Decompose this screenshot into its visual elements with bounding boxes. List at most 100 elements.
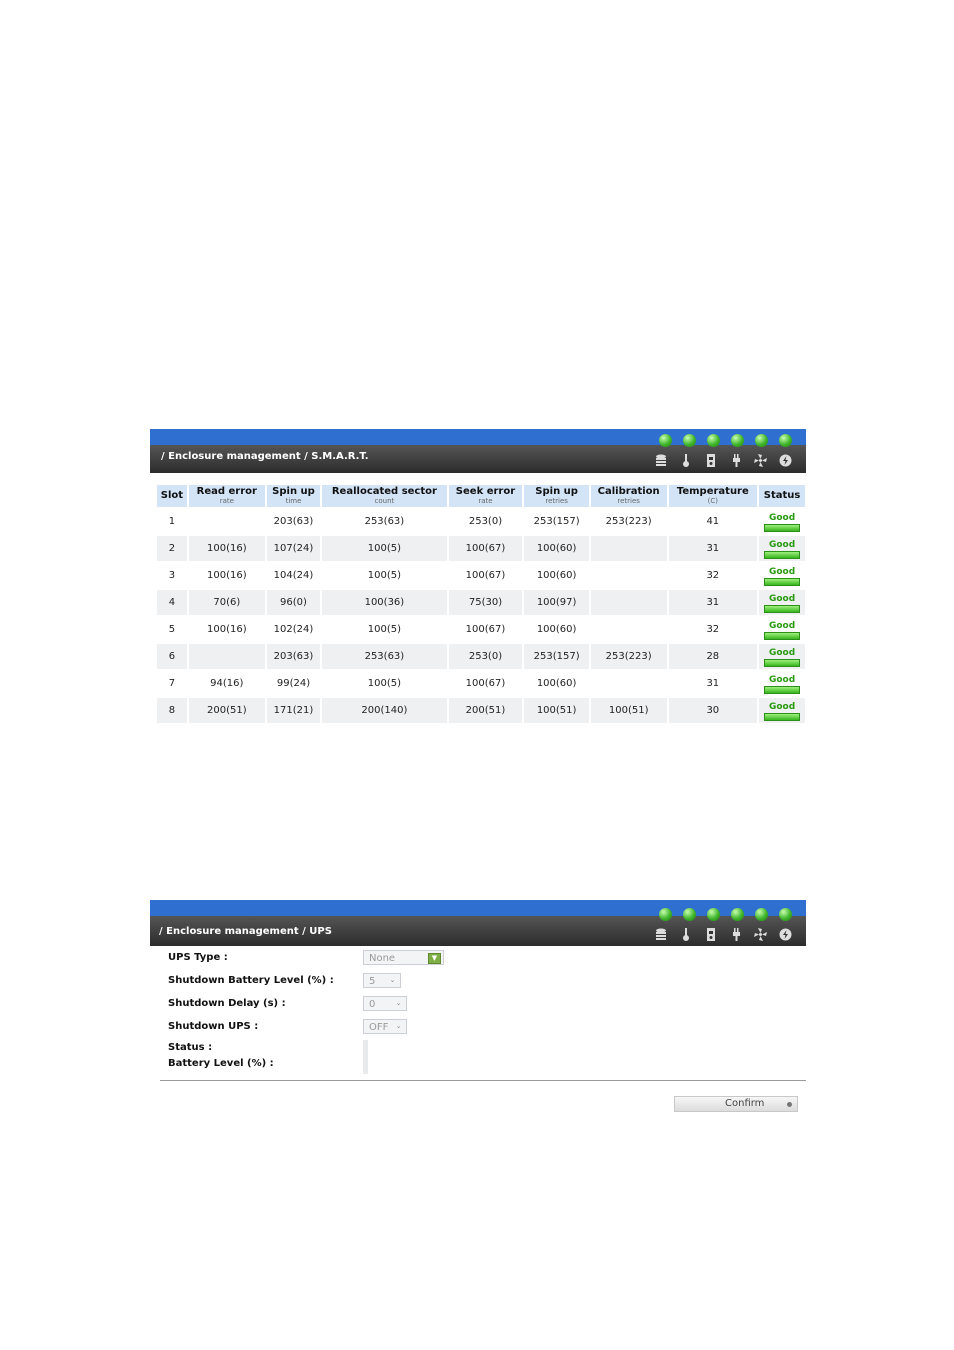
smart-header: / Enclosure management / S.M.A.R.T. — [150, 429, 806, 473]
confirm-button[interactable]: Confirm — [674, 1096, 798, 1112]
page-title: / Enclosure management / S.M.A.R.T. — [161, 451, 369, 462]
cell-read-error: 200(51) — [188, 698, 265, 723]
thermometer-icon[interactable] — [677, 453, 694, 467]
ups-type-select[interactable]: None ▼ — [363, 950, 444, 965]
ups-led — [731, 908, 744, 921]
cell-slot: 7 — [168, 678, 176, 689]
table-row: 5 100(16) 102(24) 100(5) 100(67) 100(60) 32 Goo… — [157, 617, 805, 642]
status-badge: Good — [764, 648, 801, 667]
status-badge: Good — [764, 594, 801, 613]
table-row: 1 203(63) 253(63) 253(0) 253(157) 253(223) 41 G… — [157, 509, 805, 534]
table-row: 2 100(16) 107(24) 100(5) 100(67) 100(60) 31 Goo… — [157, 536, 805, 561]
cell-spin-up-retries: 100(97) — [524, 590, 589, 615]
col-spin-up-time: Spin up time — [266, 485, 321, 507]
fan-icon[interactable] — [752, 927, 769, 941]
cell-calibration-retries — [591, 563, 667, 588]
bullet-icon — [787, 1102, 792, 1107]
cell-calibration-retries: 253(223) — [605, 516, 652, 527]
cell-calibration-retries — [591, 671, 667, 696]
cell-reallocated-sector: 100(5) — [367, 678, 402, 689]
col-read-error: Read error rate — [188, 485, 265, 507]
cell-seek-error: 200(51) — [448, 698, 523, 723]
cell-status: Good — [759, 644, 805, 669]
power-supply-icon[interactable] — [702, 453, 719, 467]
table-header-row: Slot Read error rate Spin up time Realloca… — [157, 485, 805, 507]
voltage-icon[interactable] — [777, 453, 794, 467]
indicator-icons — [652, 453, 794, 467]
cell-spin-up-time: 203(63) — [273, 516, 314, 527]
battery-level-label: Shutdown Battery Level (%) : — [168, 975, 334, 986]
smart-table: Slot Read error rate Spin up time Realloca… — [155, 483, 807, 725]
cell-seek-error: 100(67) — [465, 678, 506, 689]
power-led — [707, 434, 720, 447]
power-supply-icon[interactable] — [702, 927, 719, 941]
table-row: 7 94(16) 99(24) 100(5) 100(67) 100(60) 31 Good — [157, 671, 805, 696]
cell-spin-up-time: 107(24) — [266, 536, 321, 561]
cell-spin-up-retries: 100(60) — [524, 536, 589, 561]
cell-spin-up-time: 104(24) — [273, 570, 314, 581]
thermometer-icon[interactable] — [677, 927, 694, 941]
ups-led — [731, 434, 744, 447]
cell-slot: 2 — [157, 536, 187, 561]
cell-reallocated-sector: 100(5) — [322, 536, 447, 561]
cell-calibration-retries — [590, 590, 667, 615]
chevron-down-icon: ▼ — [428, 953, 441, 964]
status-bar — [764, 658, 801, 667]
col-spin-up-retries: Spin up retries — [524, 485, 589, 507]
status-leds — [659, 434, 792, 447]
battery-level-select[interactable]: 5 ⌄ — [363, 973, 401, 988]
cell-spin-up-retries: 100(60) — [536, 570, 577, 581]
cell-reallocated-sector: 100(36) — [322, 590, 447, 615]
cell-spin-up-time: 102(24) — [273, 624, 314, 635]
cell-spin-up-time: 96(0) — [266, 590, 321, 615]
cell-read-error — [188, 644, 265, 669]
voltage-icon[interactable] — [777, 927, 794, 941]
shutdown-ups-select[interactable]: OFF ⌄ — [363, 1019, 407, 1034]
col-status: Status — [759, 485, 805, 507]
ups-type-label: UPS Type : — [168, 952, 228, 963]
table-row: 6 203(63) 253(63) 253(0) 253(157) 253(223) 28 G… — [157, 644, 805, 669]
cell-temperature: 32 — [706, 570, 720, 581]
col-temperature: Temperature (C) — [668, 485, 758, 507]
smart-panel: / Enclosure management / S.M.A.R.T. Slot… — [150, 429, 806, 741]
disk-icon[interactable] — [652, 453, 669, 467]
col-reallocated: Reallocated sector count — [322, 485, 447, 507]
indicator-icons — [652, 927, 794, 941]
cell-slot: 8 — [157, 698, 187, 723]
battery-percent-label: Battery Level (%) : — [168, 1058, 274, 1069]
cell-read-error: 100(16) — [206, 570, 247, 581]
ups-panel: / Enclosure management / UPS UPS Type : … — [150, 900, 806, 1120]
voltage-led — [779, 434, 792, 447]
status-bar — [764, 577, 801, 586]
cell-slot: 3 — [168, 570, 176, 581]
status-bar — [764, 631, 801, 640]
cell-read-error: 94(16) — [210, 678, 244, 689]
cell-spin-up-retries: 100(60) — [536, 624, 577, 635]
col-calibration: Calibration retries — [590, 485, 667, 507]
chevron-down-icon: ⌄ — [395, 999, 402, 1007]
col-slot: Slot — [157, 485, 187, 507]
status-badge: Good — [764, 675, 801, 694]
disk-led — [659, 434, 672, 447]
cell-seek-error: 100(67) — [465, 570, 506, 581]
cell-status: Good — [759, 698, 805, 723]
temperature-led — [683, 434, 696, 447]
cell-reallocated-sector: 253(63) — [322, 644, 447, 669]
ups-plug-icon[interactable] — [727, 927, 744, 941]
status-value-box — [363, 1040, 368, 1074]
status-badge: Good — [764, 567, 801, 586]
status-leds — [659, 908, 792, 921]
col-seek-error: Seek error rate — [448, 485, 523, 507]
cell-status: Good — [759, 671, 805, 696]
fan-icon[interactable] — [752, 453, 769, 467]
cell-reallocated-sector: 100(5) — [367, 570, 402, 581]
cell-seek-error: 100(67) — [448, 536, 523, 561]
ups-plug-icon[interactable] — [727, 453, 744, 467]
chevron-down-icon: ⌄ — [389, 976, 396, 984]
cell-seek-error: 253(0) — [448, 644, 523, 669]
disk-icon[interactable] — [652, 927, 669, 941]
cell-seek-error: 100(67) — [465, 624, 506, 635]
status-badge: Good — [764, 621, 801, 640]
shutdown-delay-select[interactable]: 0 ⌄ — [363, 996, 407, 1011]
power-led — [707, 908, 720, 921]
